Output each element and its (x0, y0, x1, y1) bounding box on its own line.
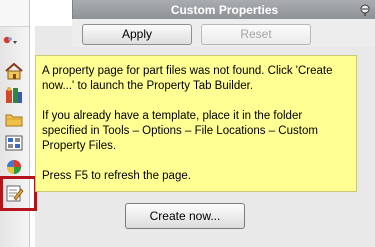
folder-icon[interactable] (3, 108, 25, 130)
apply-button[interactable]: Apply (82, 24, 192, 45)
reset-button[interactable]: Reset (201, 24, 311, 45)
message-paragraph: If you already have a template, place it… (42, 110, 318, 152)
info-message-box: A property page for part files was not f… (35, 55, 357, 192)
panel-title: Custom Properties (170, 3, 279, 17)
message-paragraph: A property page for part files was not f… (42, 65, 333, 92)
pushpin-dropdown-icon[interactable] (2, 34, 18, 48)
panel-scrollbar[interactable] (364, 47, 375, 247)
create-now-button[interactable]: Create now... (125, 203, 245, 229)
top-gap (29, 0, 72, 26)
active-tab-highlight (0, 176, 37, 211)
home-icon[interactable] (3, 60, 25, 82)
view-palette-icon[interactable] (3, 132, 25, 154)
pin-icon[interactable] (359, 3, 371, 16)
panel-title-bar: Custom Properties (72, 0, 375, 19)
appearances-icon[interactable] (3, 156, 25, 178)
design-library-icon[interactable] (3, 84, 25, 106)
message-paragraph: Press F5 to refresh the page. (42, 170, 191, 182)
strip-header (0, 0, 29, 27)
